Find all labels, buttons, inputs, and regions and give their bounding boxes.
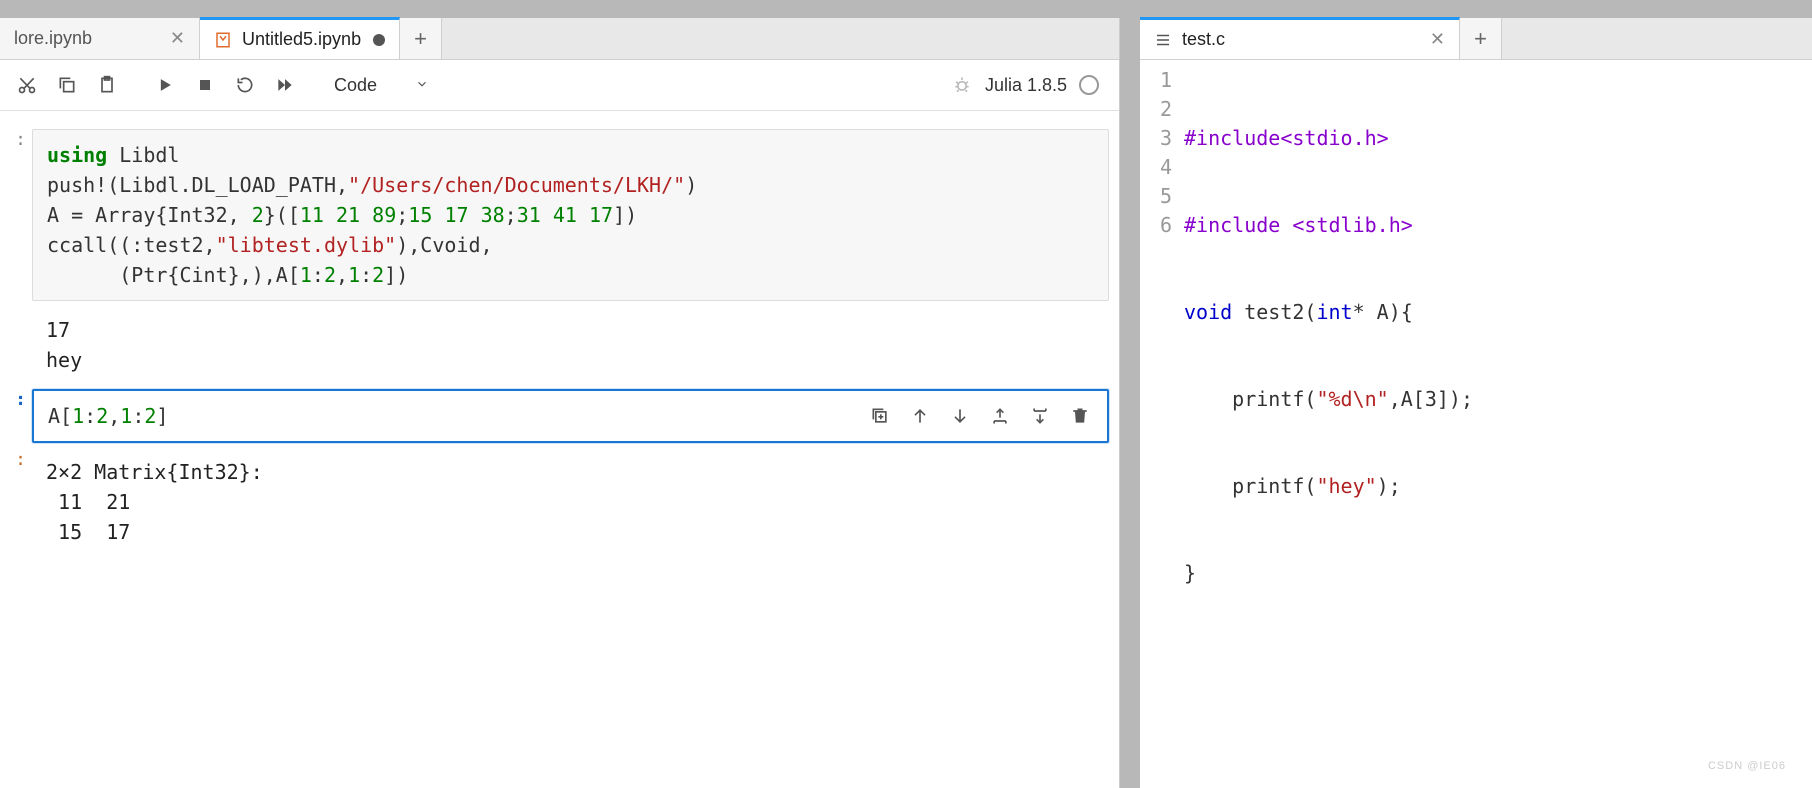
code-cell-selected[interactable]: : A[1:2,1:2] bbox=[10, 389, 1109, 443]
kernel-status-icon bbox=[1079, 75, 1099, 95]
text-file-icon bbox=[1154, 31, 1172, 49]
tab-untitled5[interactable]: Untitled5.ipynb bbox=[200, 17, 400, 59]
notebook-icon bbox=[214, 31, 232, 49]
editor-panel: test.c ✕ + 1 2 3 4 5 6 #include<stdio.h>… bbox=[1140, 18, 1812, 788]
run-button[interactable] bbox=[148, 68, 182, 102]
insert-below-icon[interactable] bbox=[1027, 403, 1053, 429]
run-all-button[interactable] bbox=[268, 68, 302, 102]
copy-button[interactable] bbox=[50, 68, 84, 102]
code-cell[interactable]: : using Libdl push!(Libdl.DL_LOAD_PATH,"… bbox=[10, 129, 1109, 301]
insert-above-icon[interactable] bbox=[987, 403, 1013, 429]
dirty-indicator-icon bbox=[373, 34, 385, 46]
cell-toolbar bbox=[867, 403, 1093, 429]
close-icon[interactable]: ✕ bbox=[170, 28, 185, 49]
code-editor[interactable]: 1 2 3 4 5 6 #include<stdio.h> #include <… bbox=[1140, 60, 1812, 788]
new-tab-button[interactable]: + bbox=[400, 18, 442, 59]
notebook-toolbar: Code Julia 1.8.5 bbox=[0, 60, 1119, 111]
tab-label: test.c bbox=[1182, 29, 1225, 50]
debug-button[interactable] bbox=[945, 68, 979, 102]
duplicate-icon[interactable] bbox=[867, 403, 893, 429]
close-icon[interactable]: ✕ bbox=[1430, 29, 1445, 50]
cell-type-label: Code bbox=[334, 75, 377, 96]
tab-test-c[interactable]: test.c ✕ bbox=[1140, 17, 1460, 59]
cut-button[interactable] bbox=[10, 68, 44, 102]
cell-output: 2×2 Matrix{Int32}: 11 21 15 17 bbox=[32, 449, 1109, 555]
input-prompt: : bbox=[10, 129, 32, 301]
kernel-name: Julia 1.8.5 bbox=[985, 75, 1067, 96]
move-up-icon[interactable] bbox=[907, 403, 933, 429]
move-down-icon[interactable] bbox=[947, 403, 973, 429]
new-tab-button[interactable]: + bbox=[1460, 18, 1502, 59]
notebook-body[interactable]: : using Libdl push!(Libdl.DL_LOAD_PATH,"… bbox=[0, 111, 1119, 788]
code-input[interactable]: A[1:2,1:2] bbox=[32, 389, 1109, 443]
chevron-down-icon bbox=[415, 75, 429, 96]
notebook-tab-bar: lore.ipynb ✕ Untitled5.ipynb + bbox=[0, 18, 1119, 60]
cell-output: 17 hey bbox=[32, 307, 1109, 383]
output-cell: 17 hey bbox=[10, 307, 1109, 383]
kernel-info[interactable]: Julia 1.8.5 bbox=[985, 75, 1109, 96]
restart-button[interactable] bbox=[228, 68, 262, 102]
code-input[interactable]: using Libdl push!(Libdl.DL_LOAD_PATH,"/U… bbox=[32, 129, 1109, 301]
tab-label: lore.ipynb bbox=[14, 28, 92, 49]
output-prompt: : bbox=[10, 449, 32, 555]
notebook-panel: lore.ipynb ✕ Untitled5.ipynb + Code bbox=[0, 18, 1120, 788]
delete-icon[interactable] bbox=[1067, 403, 1093, 429]
input-prompt: : bbox=[10, 389, 32, 443]
tab-label: Untitled5.ipynb bbox=[242, 29, 361, 50]
editor-tab-bar: test.c ✕ + bbox=[1140, 18, 1812, 60]
output-cell: : 2×2 Matrix{Int32}: 11 21 15 17 bbox=[10, 449, 1109, 555]
stop-button[interactable] bbox=[188, 68, 222, 102]
tab-lore[interactable]: lore.ipynb ✕ bbox=[0, 18, 200, 59]
watermark: CSDN @IE06 bbox=[1708, 760, 1786, 772]
code-content[interactable]: #include<stdio.h> #include <stdlib.h> vo… bbox=[1184, 66, 1473, 788]
cell-type-select[interactable]: Code bbox=[324, 71, 439, 100]
paste-button[interactable] bbox=[90, 68, 124, 102]
line-gutter: 1 2 3 4 5 6 bbox=[1140, 66, 1184, 788]
